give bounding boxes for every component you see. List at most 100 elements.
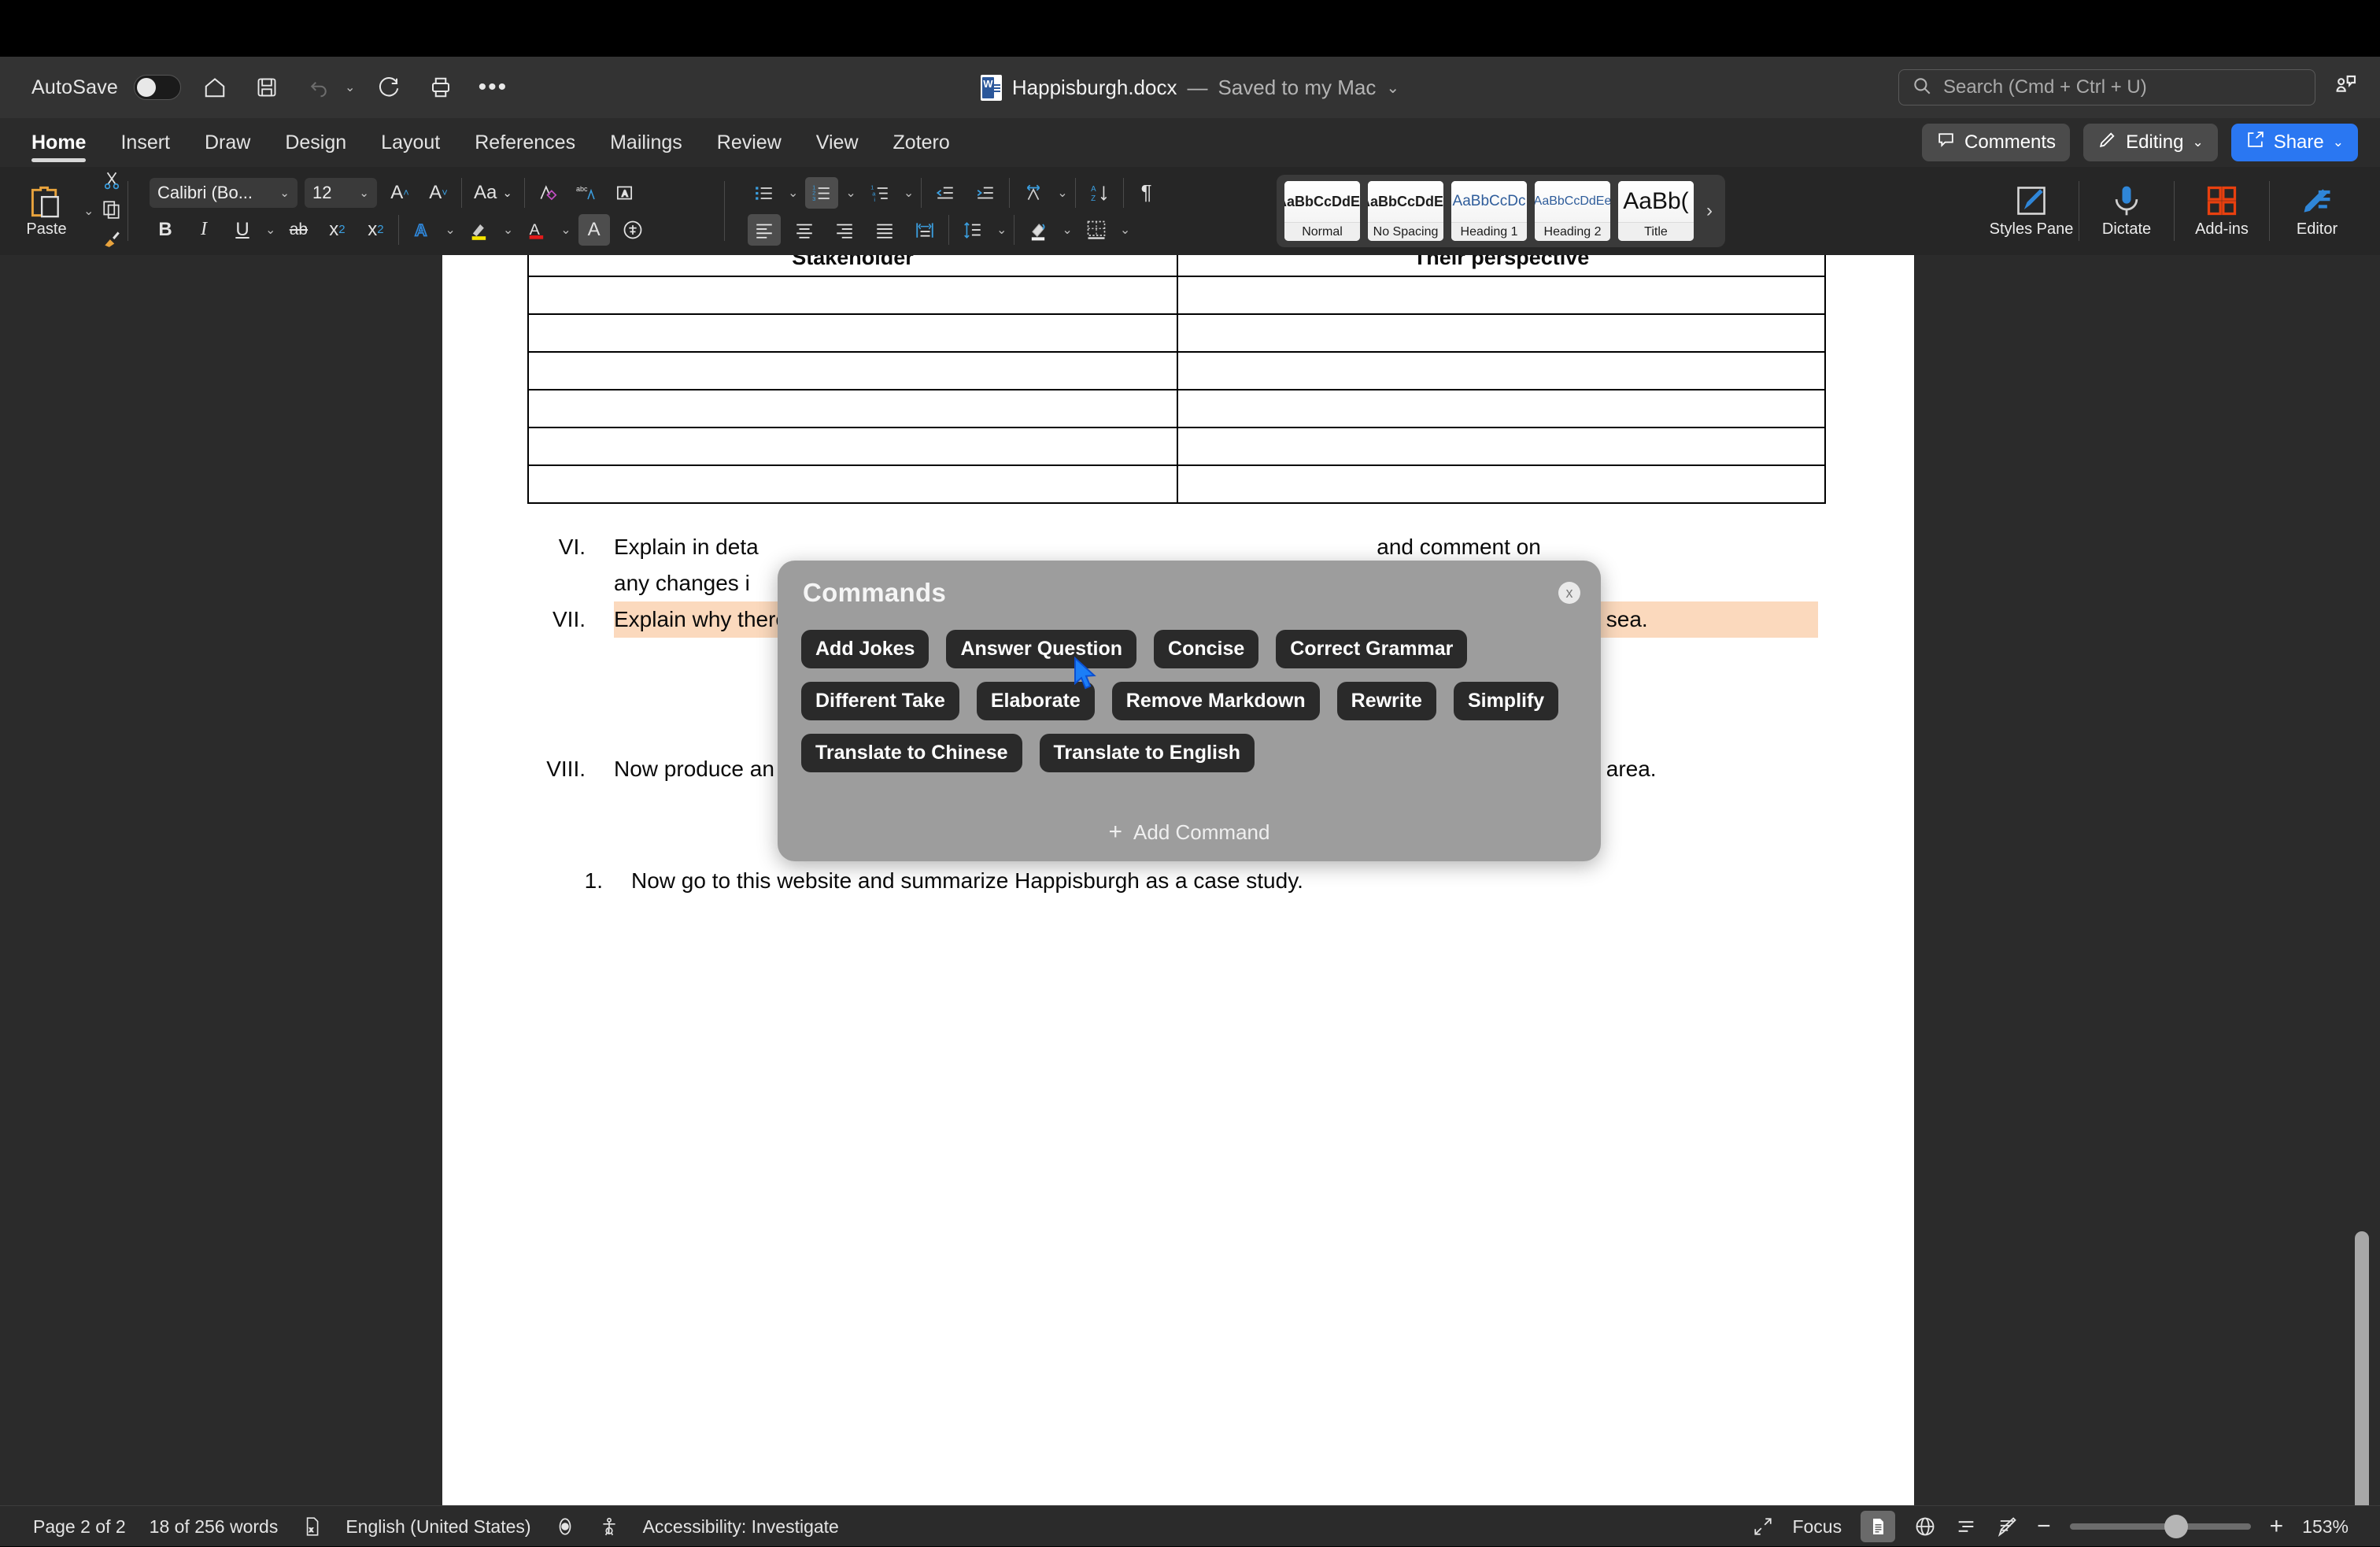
table-row[interactable] <box>527 427 1826 466</box>
web-layout-view-icon[interactable] <box>1914 1516 1936 1538</box>
language-indicator[interactable]: English (United States) <box>346 1516 530 1538</box>
borders-chevron-down-icon[interactable]: ⌄ <box>1120 222 1130 238</box>
title-chevron-down-icon[interactable]: ⌄ <box>1386 78 1399 98</box>
print-icon[interactable] <box>423 69 459 105</box>
strikethrough-button[interactable]: ab <box>283 214 314 246</box>
align-center-icon[interactable] <box>788 214 821 246</box>
styles-pane-button[interactable]: Styles Pane <box>1984 183 2079 239</box>
table-row[interactable] <box>527 313 1826 353</box>
numbered-list-icon[interactable]: 123 <box>805 176 839 209</box>
editing-mode-button[interactable]: Editing ⌄ <box>2083 124 2218 161</box>
command-rewrite[interactable]: Rewrite <box>1336 682 1436 720</box>
share-button[interactable]: Share ⌄ <box>2230 124 2358 161</box>
close-icon[interactable]: x <box>1558 582 1580 604</box>
document-page[interactable]: Stakeholder Their perspective VI. Explai… <box>442 255 1914 1505</box>
dictate-button[interactable]: Dictate <box>2079 183 2174 239</box>
text-effects-icon[interactable]: A <box>406 214 438 246</box>
tab-view[interactable]: View <box>799 118 876 167</box>
search-input[interactable]: Search (Cmd + Ctrl + U) <box>1898 69 2315 105</box>
underline-button[interactable]: U <box>227 214 258 246</box>
add-ins-button[interactable]: Add-ins <box>2175 183 2269 239</box>
list-item-1[interactable]: 1. Now go to this website and summarize … <box>545 863 1835 899</box>
font-size-select[interactable]: 12 ⌄ <box>305 177 377 208</box>
font-color-icon[interactable]: A <box>520 214 553 246</box>
increase-font-size-icon[interactable]: A ˄ <box>384 177 416 209</box>
tab-review[interactable]: Review <box>700 118 799 167</box>
show-formatting-marks-icon[interactable]: ¶ <box>1131 177 1162 209</box>
command-correct-grammar[interactable]: Correct Grammar <box>1276 630 1468 668</box>
text-direction-chevron-down-icon[interactable]: ⌄ <box>1057 185 1067 201</box>
decrease-indent-icon[interactable] <box>929 177 962 209</box>
bold-button[interactable]: B <box>150 214 181 246</box>
tab-home[interactable]: Home <box>14 118 103 167</box>
multilevel-chevron-down-icon[interactable]: ⌄ <box>904 185 914 201</box>
command-simplify[interactable]: Simplify <box>1453 682 1559 720</box>
zoom-slider[interactable] <box>2069 1515 2251 1538</box>
bullet-chevron-down-icon[interactable]: ⌄ <box>788 185 798 201</box>
text-box-icon[interactable]: A <box>609 177 641 209</box>
outline-view-icon[interactable] <box>1955 1516 1977 1538</box>
text-shading-icon[interactable]: A <box>578 213 610 246</box>
line-spacing-icon[interactable] <box>956 214 989 246</box>
redo-icon[interactable] <box>371 69 407 105</box>
command-translate-to-chinese[interactable]: Translate to Chinese <box>801 734 1022 772</box>
commands-panel[interactable]: Commands x Add Jokes Answer Question Con… <box>778 561 1601 861</box>
command-concise[interactable]: Concise <box>1154 630 1259 668</box>
increase-indent-icon[interactable] <box>969 177 1002 209</box>
command-different-take[interactable]: Different Take <box>801 682 959 720</box>
stakeholder-table[interactable]: Stakeholder Their perspective <box>527 255 1826 504</box>
justify-icon[interactable] <box>868 214 901 246</box>
comments-button[interactable]: Comments <box>1922 124 2071 161</box>
command-remove-markdown[interactable]: Remove Markdown <box>1111 682 1320 720</box>
paste-chevron-down-icon[interactable]: ⌄ <box>83 203 94 219</box>
word-count[interactable]: 18 of 256 words <box>150 1516 279 1538</box>
highlight-color-icon[interactable] <box>463 214 496 246</box>
autosave-toggle[interactable] <box>134 75 182 100</box>
bullet-list-icon[interactable] <box>748 177 781 209</box>
styles-gallery-next-icon[interactable]: › <box>1702 200 1717 222</box>
highlight-chevron-down-icon[interactable]: ⌄ <box>503 222 513 238</box>
record-icon[interactable] <box>555 1516 575 1538</box>
home-icon[interactable] <box>197 69 233 105</box>
subscript-button[interactable]: x2 <box>321 214 353 246</box>
style-heading-1[interactable]: AaBbCcDc Heading 1 <box>1451 181 1527 241</box>
decrease-font-size-icon[interactable]: A ˅ <box>423 177 454 209</box>
zoom-in-button[interactable]: + <box>2270 1513 2284 1540</box>
save-icon[interactable] <box>249 69 285 105</box>
table-row[interactable] <box>527 389 1826 428</box>
numbered-chevron-down-icon[interactable]: ⌄ <box>845 185 856 201</box>
more-icon[interactable]: ••• <box>475 69 511 105</box>
command-translate-to-english[interactable]: Translate to English <box>1039 734 1255 772</box>
accessibility-label[interactable]: Accessibility: Investigate <box>643 1516 839 1538</box>
borders-icon[interactable] <box>1080 214 1113 246</box>
distribute-text-icon[interactable] <box>908 214 941 246</box>
accessibility-icon[interactable]: ! <box>599 1516 619 1538</box>
shading-chevron-down-icon[interactable]: ⌄ <box>1062 222 1072 238</box>
tab-layout[interactable]: Layout <box>364 118 457 167</box>
style-no-spacing[interactable]: AaBbCcDdEe No Spacing <box>1368 181 1443 241</box>
copy-icon[interactable] <box>102 199 122 224</box>
zoom-level[interactable]: 153% <box>2302 1516 2349 1538</box>
tab-insert[interactable]: Insert <box>103 118 187 167</box>
text-effects-chevron-down-icon[interactable]: ⌄ <box>445 222 455 238</box>
italic-button[interactable]: I <box>188 214 220 246</box>
clear-formatting-icon[interactable] <box>532 177 564 209</box>
draft-view-icon[interactable] <box>1996 1516 2018 1538</box>
format-painter-icon[interactable] <box>102 228 122 253</box>
font-color-chevron-down-icon[interactable]: ⌄ <box>560 222 571 238</box>
style-title[interactable]: AaBb( Title <box>1618 181 1694 241</box>
tab-mailings[interactable]: Mailings <box>593 118 700 167</box>
superscript-button[interactable]: x2 <box>360 214 391 246</box>
sort-icon[interactable]: AZ <box>1083 177 1116 209</box>
tab-design[interactable]: Design <box>268 118 364 167</box>
align-right-icon[interactable] <box>828 214 861 246</box>
undo-chevron-down-icon[interactable]: ⌄ <box>345 80 355 95</box>
table-row[interactable] <box>527 276 1826 315</box>
page-indicator[interactable]: Page 2 of 2 <box>33 1516 126 1538</box>
tab-zotero[interactable]: Zotero <box>876 118 967 167</box>
print-layout-view-icon[interactable] <box>1861 1511 1896 1542</box>
undo-icon[interactable] <box>301 69 337 105</box>
line-spacing-chevron-down-icon[interactable]: ⌄ <box>996 222 1007 238</box>
command-add-jokes[interactable]: Add Jokes <box>801 630 929 668</box>
style-heading-2[interactable]: AaBbCcDdEe Heading 2 <box>1535 181 1610 241</box>
